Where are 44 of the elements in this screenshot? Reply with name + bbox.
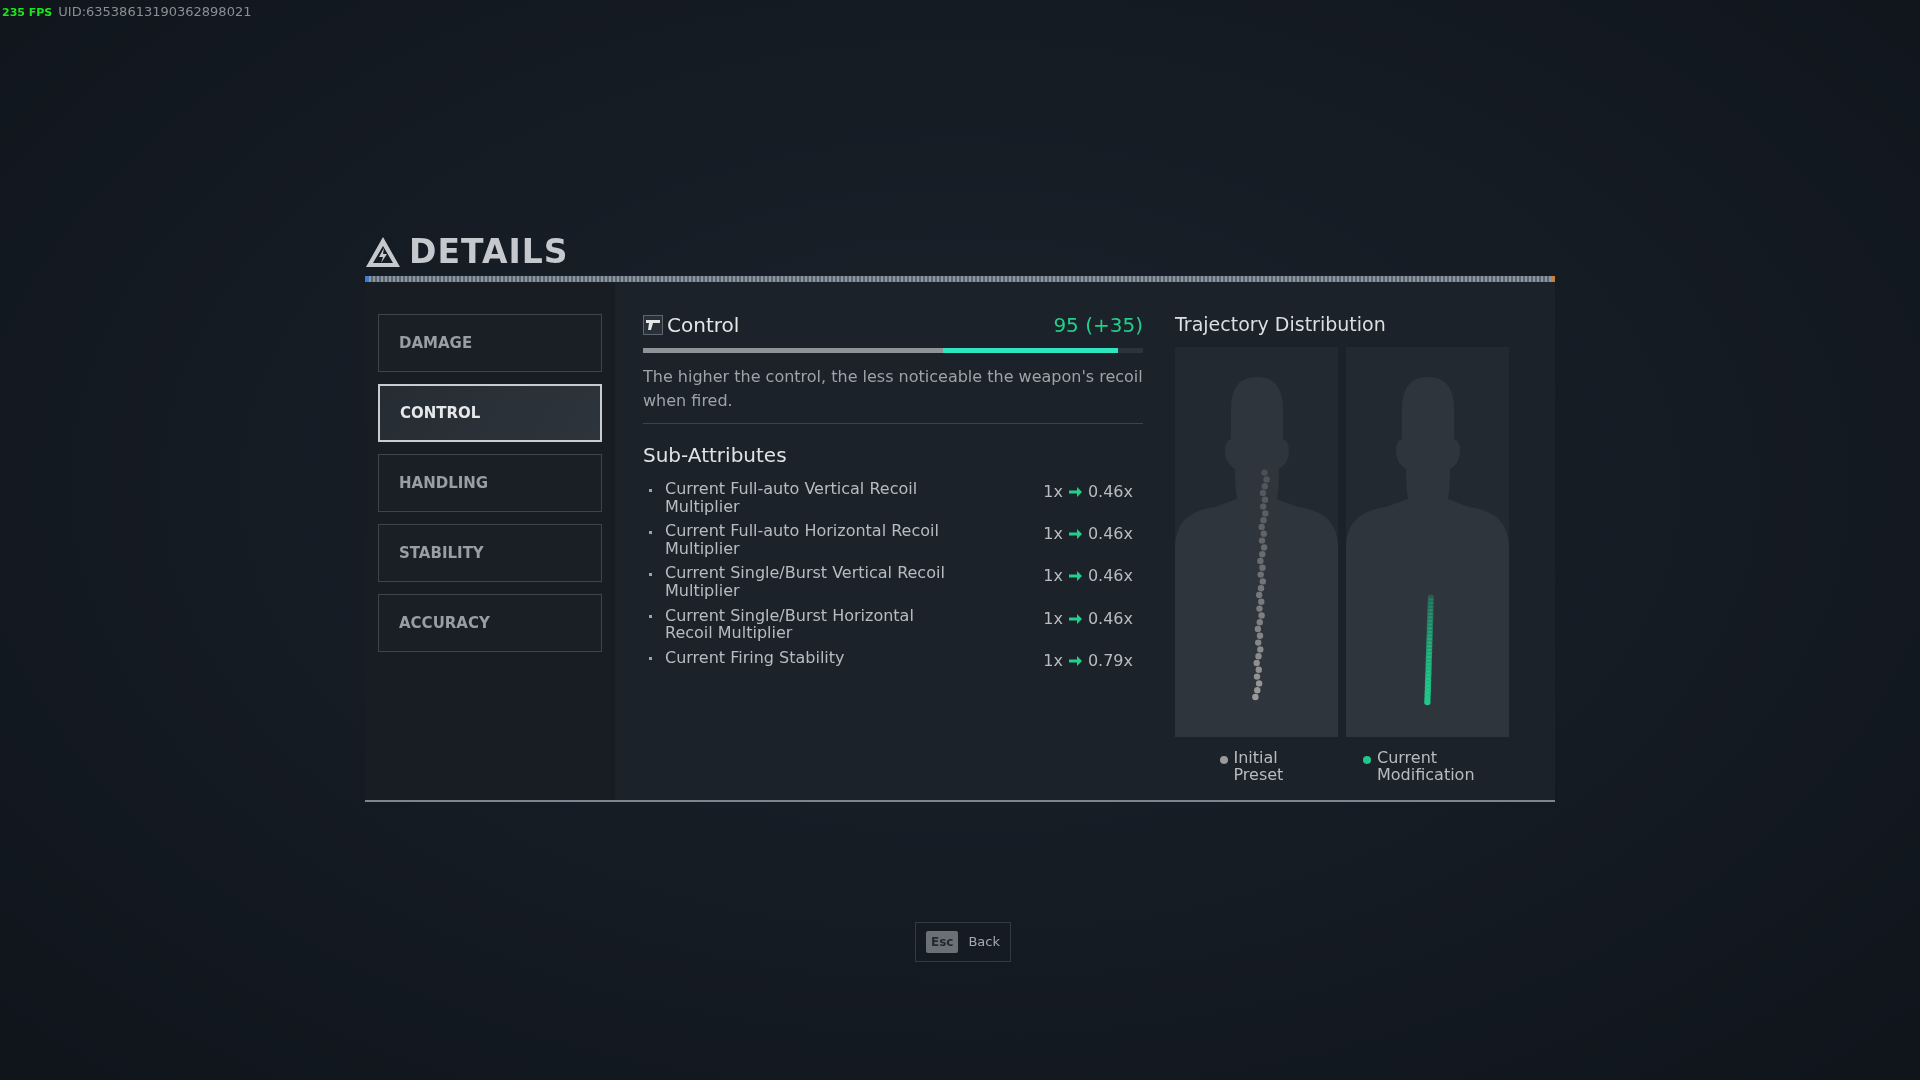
arrow-icon <box>1068 571 1082 582</box>
sub-attribute-name: Current Firing Stability <box>665 648 846 667</box>
bullet-icon <box>649 657 652 661</box>
sub-attribute-name: Current Full-auto Horizontal Recoil Multiplier <box>665 522 940 558</box>
new-value: 0.46x <box>1087 523 1133 546</box>
category-tab[interactable]: HANDLING <box>378 454 602 512</box>
arrow-icon <box>1068 613 1082 624</box>
category-tab[interactable]: STABILITY <box>378 524 602 582</box>
old-value: 1x <box>1043 649 1063 672</box>
section-title: Sub-Attributes <box>643 442 788 469</box>
arrow-icon <box>1068 487 1082 497</box>
sub-attribute-name: Current Full-auto Vertical Recoil Multiplier <box>665 480 919 516</box>
category-tab[interactable]: DAMAGE <box>378 314 602 372</box>
old-value: 1x <box>1043 565 1063 588</box>
triangle-logo-icon <box>365 236 401 268</box>
new-value: 0.79x <box>1087 649 1133 672</box>
attribute-value: 95 (+35) <box>1053 312 1143 339</box>
fps-counter: 235 FPS <box>2 5 53 21</box>
uid-text: UID:63538613190362898021 <box>58 3 252 21</box>
chart-title: Trajectory Distribution <box>1175 312 1387 337</box>
bullet-icon <box>649 572 652 576</box>
bullet-icon <box>649 530 652 534</box>
attribute-name: Control <box>667 312 740 339</box>
back-label: Back <box>968 933 1000 952</box>
page-title: DETAILS <box>409 231 569 274</box>
back-hint[interactable]: Esc Back <box>915 922 1011 962</box>
new-value: 0.46x <box>1087 565 1133 588</box>
key-cap: Esc <box>926 931 959 953</box>
bullet-icon <box>649 615 652 619</box>
old-value: 1x <box>1043 481 1063 503</box>
bullet-icon <box>649 488 652 492</box>
legend-label: Initial Preset <box>1233 748 1285 784</box>
arrow-icon <box>1068 655 1082 666</box>
attribute-description: The higher the control, the less noticeable the weapon's recoil when fired. <box>643 365 1143 424</box>
category-tab[interactable]: CONTROL <box>378 384 602 442</box>
old-value: 1x <box>1043 607 1063 630</box>
old-value: 1x <box>1043 523 1063 546</box>
arrow-icon <box>1068 529 1082 540</box>
new-value: 0.46x <box>1087 481 1133 503</box>
sub-attribute-name: Current Single/Burst Vertical Recoil Multiplier <box>665 564 946 600</box>
category-tab[interactable]: ACCURACY <box>378 594 602 652</box>
new-value: 0.46x <box>1087 607 1133 630</box>
legend-label: Current Modification <box>1377 748 1476 784</box>
sub-attribute-name: Current Single/Burst Horizontal Recoil Multiplier <box>665 606 915 642</box>
